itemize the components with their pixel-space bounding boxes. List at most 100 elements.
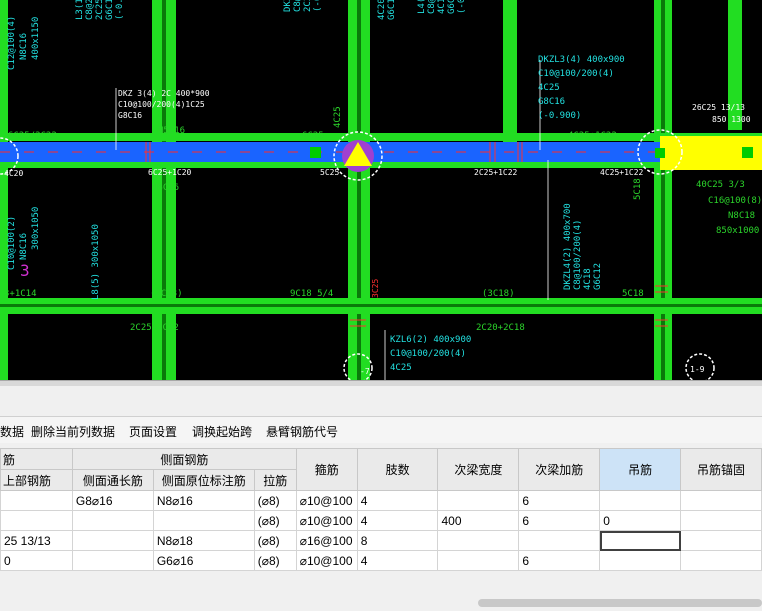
toolbar-item-data[interactable]: 数据 [0,423,24,440]
cell[interactable] [152,510,255,531]
cell[interactable]: 4 [356,550,439,571]
cell[interactable] [518,530,601,551]
scrollbar-thumb[interactable] [478,599,762,607]
svg-text:2C25+1C22: 2C25+1C22 [474,168,518,177]
svg-text:G6C12: G6C12 [593,263,603,290]
svg-text:5C18: 5C18 [633,178,643,200]
col-header-side-in-situ[interactable]: 侧面原位标注筋 [152,469,255,491]
svg-text:9C18 5/4: 9C18 5/4 [290,289,333,299]
horizontal-scrollbar[interactable] [0,596,762,610]
col-header-hanger[interactable]: 吊筋 [599,448,682,491]
cell[interactable] [599,490,682,511]
cell[interactable] [680,550,762,571]
cell[interactable]: 8 [356,530,439,551]
cell[interactable]: (⌀8) [253,550,297,571]
svg-text:G6C12: G6C12 [447,0,457,14]
col-header-stirrup[interactable]: 箍筋 [295,448,358,491]
cell[interactable]: 0 [599,510,682,531]
cell[interactable]: ⌀10@100 [295,510,358,531]
svg-text:N8C18: N8C18 [728,211,755,221]
table-row: G8⌀16 N8⌀16 (⌀8) ⌀10@100 4 6 [0,490,762,511]
cell[interactable]: 25 13/13 [0,530,73,551]
svg-text:C16@100(8): C16@100(8) [708,196,762,206]
svg-text:N5C16: N5C16 [158,126,185,136]
svg-text:G8C16: G8C16 [538,97,565,107]
cell[interactable] [437,530,520,551]
label-left-col: C10@100(2) [7,216,17,270]
cad-drawing-svg[interactable]: L3(1) 400x800 C8@200(4) 2C25;4C25 G6C12 … [0,0,762,380]
svg-text:4C25+1C22: 4C25+1C22 [568,131,617,141]
rebar-edit-panel: 数据 删除当前列数据 页面设置 调换起始跨 悬臂钢筋代号 筋 侧面钢筋 箍筋 肢… [0,386,762,611]
toolbar-item-page-setup[interactable]: 页面设置 [129,423,177,440]
beam-vertical-3[interactable] [503,0,517,145]
group-header-side-rebar: 侧面钢筋 [71,448,297,470]
svg-text:C10@100/200(4): C10@100/200(4) [390,349,466,359]
cell[interactable]: N8⌀18 [152,530,255,551]
cell[interactable]: 6 [518,550,601,571]
svg-text:4C25: 4C25 [333,106,343,128]
cad-labels: L3(1) 400x800 C8@200(4) 2C25;4C25 G6C12 … [4,0,762,376]
label-kzl6: KZL6(2) 400x900 [390,335,471,345]
cell[interactable]: 6 [518,490,601,511]
label-left-top: C12@100(4) [7,16,17,70]
cell[interactable]: ⌀10@100 [295,490,358,511]
col-header-legs[interactable]: 肢数 [356,448,439,491]
panel-toolbar: 数据 删除当前列数据 页面设置 调换起始跨 悬臂钢筋代号 [0,417,762,443]
cell[interactable] [0,510,73,531]
label-dkzl4: DKZL4(2) 400x700 [563,203,573,290]
table-row: (⌀8) ⌀10@100 4 400 6 0 [0,510,762,531]
cell[interactable]: G6⌀16 [152,550,255,571]
cell[interactable]: ⌀10@100 [295,550,358,571]
cell[interactable]: 4 [356,490,439,511]
toolbar-item-cantilever-code[interactable]: 悬臂钢筋代号 [266,423,338,440]
cell[interactable]: (⌀8) [253,530,297,551]
rebar-table: 筋 侧面钢筋 箍筋 肢数 次梁宽度 次梁加筋 吊筋 吊筋锚固 上部钢筋 侧面通长… [0,448,762,571]
svg-text:40C25 3/3: 40C25 3/3 [696,180,745,190]
svg-text:C8@200(4): C8@200(4) [85,0,95,20]
label-dkzl34: DKZL3(4) 400x900 [538,55,625,65]
col-header-secondary-width[interactable]: 次梁宽度 [437,448,520,491]
svg-text:2C20+2C18: 2C20+2C18 [476,323,525,333]
cell[interactable]: N8⌀16 [152,490,255,511]
col-header-side-continuous[interactable]: 侧面通长筋 [71,469,154,491]
cell[interactable] [71,510,154,531]
svg-text:(-0.900): (-0.900) [538,111,581,121]
col-header-secondary-bars[interactable]: 次梁加筋 [518,448,601,491]
cell[interactable]: 0 [0,550,73,571]
cell[interactable] [599,550,682,571]
cad-drawing-canvas[interactable]: L3(1) 400x800 C8@200(4) 2C25;4C25 G6C12 … [0,0,762,380]
svg-text:4C16;4C22+1C20: 4C16;4C22+1C20 [437,0,447,14]
svg-text:G8C16: G8C16 [118,111,142,120]
svg-text:(-0.900): (-0.900) [313,0,323,12]
col-header-tie-bar[interactable]: 拉筋 [253,469,297,491]
toolbar-item-delete-column-data[interactable]: 删除当前列数据 [31,423,115,440]
cell[interactable] [680,490,762,511]
cell[interactable] [680,530,762,551]
cell[interactable] [71,530,154,551]
toolbar-item-swap-start-span[interactable]: 调换起始跨 [192,423,252,440]
svg-text:(-0.900): (-0.900) [457,0,467,14]
cell[interactable] [0,490,73,511]
cell[interactable] [437,550,520,571]
cell[interactable]: (⌀8) [253,490,297,511]
svg-text:1-9: 1-9 [690,365,705,374]
cell[interactable]: 400 [437,510,520,531]
cell[interactable]: 6 [518,510,601,531]
svg-text:3+1C14: 3+1C14 [4,289,37,299]
cell[interactable] [437,490,520,511]
cell[interactable]: 4 [356,510,439,531]
svg-text:4C25: 4C25 [538,83,560,93]
svg-text:(-0.900): (-0.900) [115,0,125,20]
svg-text:N8C16: N8C16 [19,233,29,260]
cell[interactable]: (⌀8) [253,510,297,531]
cell[interactable]: ⌀16@100 [295,530,358,551]
col-header-top-rebar[interactable]: 上部钢筋 [0,469,73,491]
cell[interactable] [71,550,154,571]
cell[interactable]: G8⌀16 [71,490,154,511]
svg-text:5C18: 5C18 [622,289,644,299]
svg-text:4C20: 4C20 [4,169,23,178]
cell[interactable] [680,510,762,531]
col-header-hanger-anchor[interactable]: 吊筋锚固 [680,448,762,491]
label-dkzl3: DKZL3(2) 300x700 [283,0,293,12]
cell-active[interactable] [599,530,682,551]
